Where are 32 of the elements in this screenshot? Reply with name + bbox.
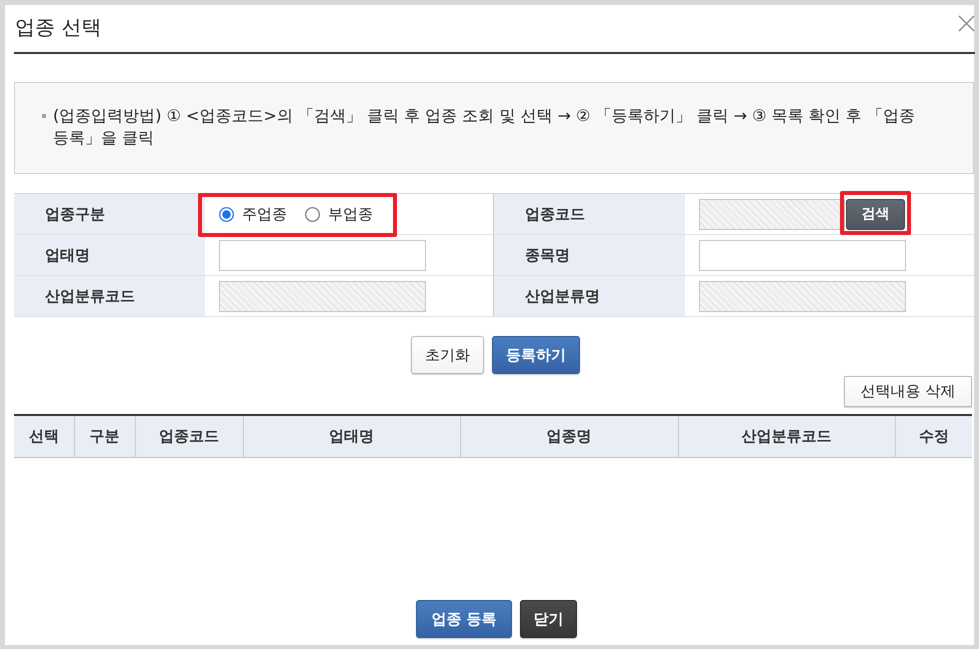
readonly-field[interactable] [699,280,906,312]
search-button[interactable]: 검색 [846,198,905,230]
column-header: 선택 [14,415,74,457]
field-label: 종목명 [493,235,685,276]
close-button[interactable]: 닫기 [520,600,577,638]
text-field[interactable] [699,240,906,270]
guide-text: (업종입력방법) ① <업종코드>의 「검색」 클릭 후 업종 조회 및 선택 → ② 「등록하기」 클릭 → ③ 목록 확인 후 「업종 등록」을 클릭 [53,105,916,149]
radio-option[interactable]: 부업종 [305,204,373,224]
delete-selected-button[interactable]: 선택내용 삭제 [844,376,972,407]
field-label: 산업분류명 [493,276,685,317]
reset-button[interactable]: 초기화 [411,336,484,374]
radio-option[interactable]: 주업종 [219,204,287,224]
column-header: 업태명 [243,415,460,457]
radio-icon[interactable] [219,206,234,222]
radio-icon[interactable] [305,206,320,222]
field-label: 산업분류코드 [14,276,205,317]
bullet-icon [42,114,46,118]
column-header: 산업분류코드 [678,415,895,457]
readonly-field[interactable] [219,280,426,312]
text-field[interactable] [219,240,426,270]
column-header: 업종명 [460,415,678,457]
field-label: 업태명 [14,235,205,276]
field-label: 업종코드 [493,194,685,235]
column-header: 수정 [895,415,972,457]
close-icon[interactable] [958,15,975,32]
field-label: 업종구분 [14,194,205,235]
register-industry-button[interactable]: 업종 등록 [416,600,512,638]
column-header: 업종코드 [135,415,243,457]
column-header: 구분 [74,415,135,457]
register-button[interactable]: 등록하기 [492,336,580,374]
code-field[interactable] [699,198,845,230]
dialog-title: 업종 선택 [14,14,102,41]
